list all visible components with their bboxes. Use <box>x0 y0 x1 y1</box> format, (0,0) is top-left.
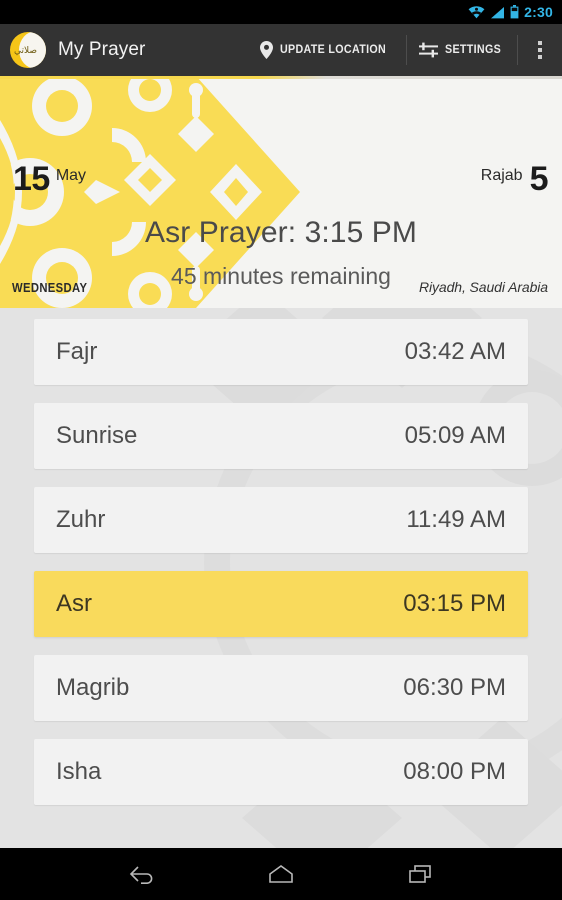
location-pin-icon <box>259 41 273 59</box>
gregorian-day: 15 <box>13 160 50 198</box>
next-prayer-title: Asr Prayer: 3:15 PM <box>145 216 417 249</box>
app-screen: 2:30 صلاتي My Prayer UPDATE LOCATION SET… <box>0 0 562 900</box>
prayer-times-list: Fajr 03:42 AM Sunrise 05:09 AM Zuhr 11:4… <box>0 308 562 848</box>
overflow-dot-3 <box>538 55 542 59</box>
prayer-name: Sunrise <box>56 422 138 449</box>
prayer-time: 05:09 AM <box>404 422 506 449</box>
settings-button[interactable]: SETTINGS <box>407 24 517 76</box>
location-label: Riyadh, Saudi Arabia <box>418 279 548 295</box>
prayer-name: Zuhr <box>56 506 106 533</box>
recents-icon <box>409 865 431 883</box>
battery-icon <box>510 5 519 19</box>
banner-top-accent-line <box>0 76 562 79</box>
home-icon <box>269 865 293 883</box>
prayer-name: Fajr <box>56 338 98 365</box>
weekday-label: WEDNESDAY <box>12 281 88 295</box>
hijri-date: Rajab 5 <box>480 160 549 198</box>
table-row[interactable]: Zuhr 11:49 AM <box>34 487 528 553</box>
prayer-time: 03:42 AM <box>404 338 506 365</box>
signal-icon <box>491 6 505 18</box>
table-row[interactable]: Isha 08:00 PM <box>34 739 528 805</box>
gregorian-date: 15 May <box>13 160 87 198</box>
action-bar: صلاتي My Prayer UPDATE LOCATION SETTINGS <box>0 24 562 76</box>
app-logo-icon: صلاتي <box>10 32 46 68</box>
table-row[interactable]: Fajr 03:42 AM <box>34 319 528 385</box>
app-logo-arabic-text: صلاتي <box>13 45 38 56</box>
table-row-active[interactable]: Asr 03:15 PM <box>34 571 528 637</box>
prayer-time: 08:00 PM <box>403 758 506 785</box>
prayer-name: Isha <box>56 758 102 785</box>
prayer-name: Magrib <box>56 674 130 701</box>
status-bar: 2:30 <box>0 0 562 24</box>
overflow-dot-2 <box>538 48 542 52</box>
settings-label: SETTINGS <box>444 44 501 56</box>
overflow-menu-button[interactable] <box>518 24 562 76</box>
app-title: My Prayer <box>58 39 146 60</box>
wifi-icon <box>468 5 485 18</box>
android-navigation-bar <box>0 848 562 900</box>
gregorian-month: May <box>55 167 87 184</box>
overflow-dot-1 <box>538 41 542 45</box>
prayer-time: 11:49 AM <box>406 506 506 533</box>
status-bar-clock: 2:30 <box>524 4 553 20</box>
back-button[interactable] <box>115 848 167 900</box>
update-location-button[interactable]: UPDATE LOCATION <box>248 24 406 76</box>
table-row[interactable]: Sunrise 05:09 AM <box>34 403 528 469</box>
update-location-label: UPDATE LOCATION <box>279 44 386 56</box>
recent-apps-button[interactable] <box>395 848 447 900</box>
sliders-icon <box>418 42 438 58</box>
next-prayer-banner: 15 May Rajab 5 Asr Prayer: 3:15 PM 45 mi… <box>0 76 562 308</box>
back-arrow-icon <box>129 866 153 884</box>
hijri-day: 5 <box>529 160 549 198</box>
prayer-name: Asr <box>56 590 92 617</box>
prayer-rows-container: Fajr 03:42 AM Sunrise 05:09 AM Zuhr 11:4… <box>0 308 562 805</box>
home-button[interactable] <box>255 848 307 900</box>
hijri-month: Rajab <box>480 167 523 184</box>
table-row[interactable]: Magrib 06:30 PM <box>34 655 528 721</box>
prayer-time: 06:30 PM <box>403 674 506 701</box>
prayer-time: 03:15 PM <box>403 590 506 617</box>
